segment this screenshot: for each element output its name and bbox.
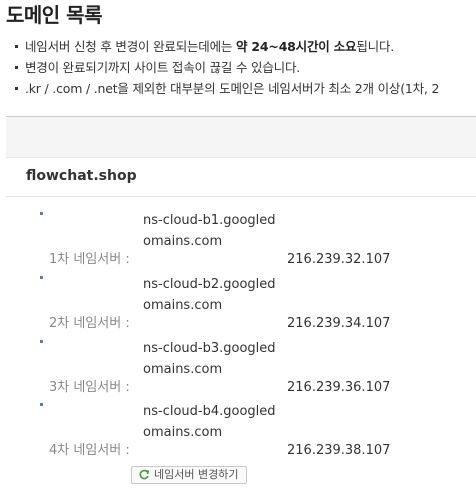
notice-list: 네임서버 신청 후 변경이 완료되는데에는 약 24~48시간이 소요됩니다. … — [12, 36, 439, 99]
notice-item: 네임서버 신청 후 변경이 완료되는데에는 약 24~48시간이 소요됩니다. — [12, 36, 439, 57]
nameserver-ip: 216.239.36.107 — [287, 380, 391, 395]
page-title: 도메인 목록 — [6, 3, 102, 27]
nameserver-label: 3차 네임서버 : — [49, 380, 130, 395]
nameserver-label: 2차 네임서버 : — [49, 316, 130, 331]
change-nameserver-label: 네임서버 변경하기 — [154, 468, 239, 481]
nameserver-host: ns-cloud-b4.googledomains.com — [143, 404, 276, 440]
nameserver-label: 4차 네임서버 : — [49, 443, 130, 458]
change-nameserver-button[interactable]: 네임서버 변경하기 — [131, 466, 248, 484]
bullet-icon — [40, 340, 43, 343]
nameserver-ip: 216.239.32.107 — [287, 252, 391, 267]
nameserver-ip: 216.239.38.107 — [287, 443, 391, 458]
nameserver-host: ns-cloud-b1.googledomains.com — [143, 213, 276, 249]
bullet-icon — [40, 403, 43, 406]
domain-name: flowchat.shop — [26, 168, 137, 184]
nameserver-row: 1차 네임서버 : ns-cloud-b1.googledomains.com … — [0, 210, 476, 274]
notice-item: .kr / .com / .net을 제외한 대부분의 도메인은 네임서버가 최… — [12, 78, 439, 99]
nameserver-row: 4차 네임서버 : ns-cloud-b4.googledomains.com … — [0, 401, 476, 465]
table-header-bar — [6, 116, 476, 158]
nameserver-ip: 216.239.34.107 — [287, 316, 391, 331]
bullet-icon — [40, 276, 43, 279]
bullet-icon — [40, 212, 43, 215]
divider — [6, 196, 476, 197]
nameserver-row: 2차 네임서버 : ns-cloud-b2.googledomains.com … — [0, 274, 476, 338]
nameserver-label: 1차 네임서버 : — [49, 252, 130, 267]
nameserver-host: ns-cloud-b2.googledomains.com — [143, 277, 276, 313]
refresh-icon — [139, 469, 150, 480]
nameserver-row: 3차 네임서버 : ns-cloud-b3.googledomains.com … — [0, 338, 476, 402]
nameserver-host: ns-cloud-b3.googledomains.com — [143, 341, 276, 377]
notice-item: 변경이 완료되기까지 사이트 접속이 끊길 수 있습니다. — [12, 57, 439, 78]
